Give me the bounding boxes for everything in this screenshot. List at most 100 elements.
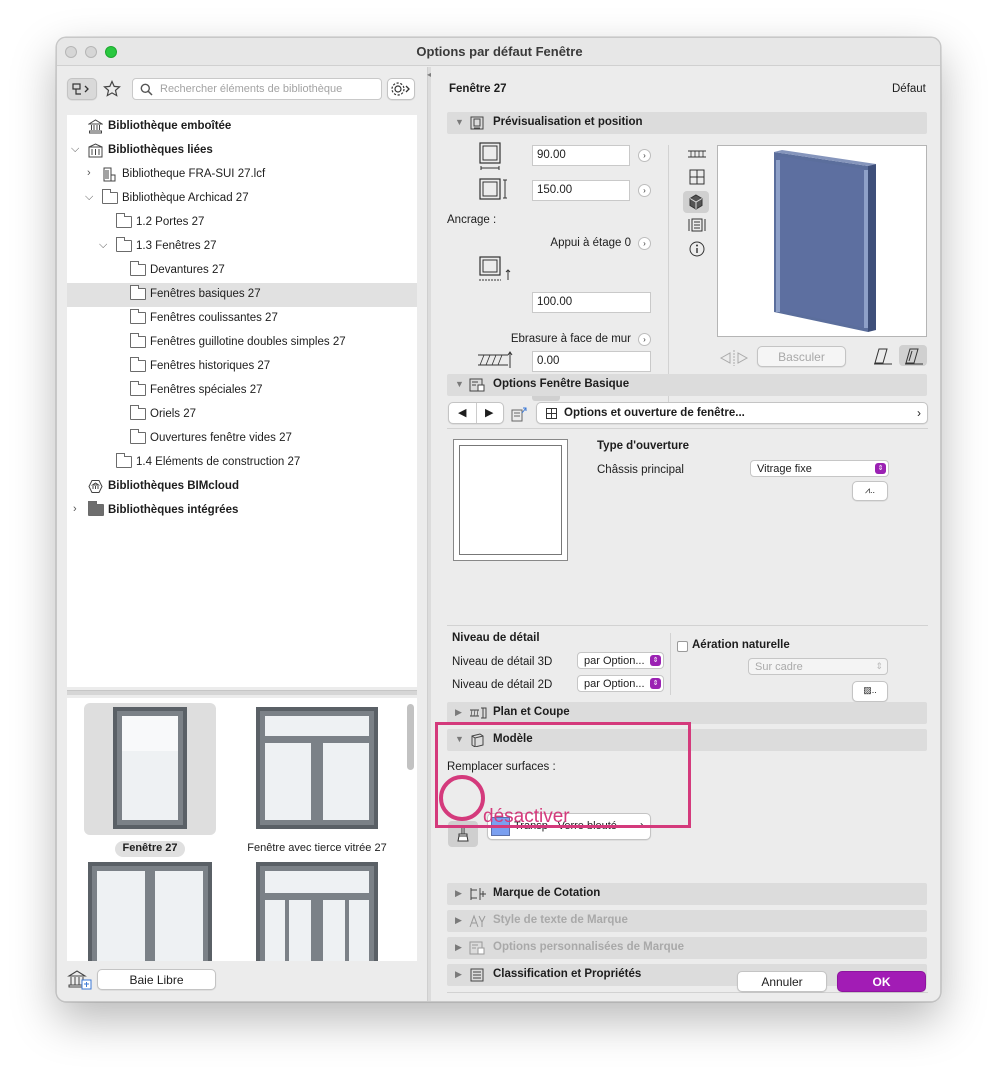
- tree-item-basiques[interactable]: Fenêtres basiques 27: [67, 283, 417, 307]
- section-title: Classification et Propriétés: [493, 968, 642, 980]
- sill-field[interactable]: 100.00: [532, 292, 651, 313]
- info-icon[interactable]: [689, 241, 705, 257]
- sill-arrow-button[interactable]: ›: [638, 237, 651, 250]
- section-dimension-marker[interactable]: ▶ Marque de Cotation: [447, 883, 927, 905]
- tree-item-fenetres[interactable]: ⌵ 1.3 Fenêtres 27: [67, 235, 417, 259]
- thumbnail-scrollbar[interactable]: [407, 704, 414, 770]
- tree-item-linked[interactable]: ⌵ Bibliothèques liées: [67, 139, 417, 163]
- cancel-button[interactable]: Annuler: [737, 971, 827, 992]
- opening-type-title: Type d'ouverture: [597, 440, 689, 452]
- tree-label: Fenêtres coulissantes 27: [150, 312, 278, 324]
- detail-title: Niveau de détail: [452, 632, 540, 644]
- ventilation-symbol-button[interactable]: ▨..: [852, 681, 888, 702]
- element-name: Fenêtre 27: [449, 83, 507, 95]
- chevron-right-icon[interactable]: ›: [73, 503, 77, 515]
- sill-label[interactable]: Appui à étage 0: [531, 237, 631, 249]
- folder-icon: [130, 309, 146, 324]
- tree-item-archicad[interactable]: ⌵ Bibliothèque Archicad 27: [67, 187, 417, 211]
- tree-item-oriels[interactable]: Oriels 27: [67, 403, 417, 427]
- section-preview[interactable]: ▼ Prévisualisation et position: [447, 112, 927, 134]
- opening-symbol-button[interactable]: ⩘..: [852, 481, 888, 501]
- tree-item-portes[interactable]: 1.2 Portes 27: [67, 211, 417, 235]
- elevation-view-icon[interactable]: [689, 169, 705, 185]
- height-field[interactable]: 150.00: [532, 180, 630, 201]
- tree-item-bimcloud[interactable]: Bibliothèques BIMcloud: [67, 475, 417, 499]
- tree-item-integrees[interactable]: › Bibliothèques intégrées: [67, 499, 417, 523]
- tree-item-historiques[interactable]: Fenêtres historiques 27: [67, 355, 417, 379]
- flip-button[interactable]: Basculer: [757, 346, 846, 367]
- tree-item-guillotine[interactable]: Fenêtres guillotine doubles simples 27: [67, 331, 417, 355]
- width-arrow-button[interactable]: ›: [638, 149, 651, 162]
- detail-2d-label: Niveau de détail 2D: [452, 679, 553, 691]
- section-title: Marque de Cotation: [493, 887, 601, 899]
- tree-item-embedded[interactable]: Bibliothèque emboîtée: [67, 115, 417, 139]
- reveal-arrow-button[interactable]: ›: [638, 333, 651, 346]
- chevron-down-icon[interactable]: ⌵: [85, 191, 93, 204]
- detail-3d-label: Niveau de détail 3D: [452, 656, 553, 668]
- section-view-icon[interactable]: [688, 217, 706, 233]
- thumbnail-double[interactable]: [88, 862, 212, 961]
- section-plan[interactable]: ▶ Plan et Coupe: [447, 702, 927, 724]
- ok-button[interactable]: OK: [837, 971, 926, 992]
- library-tree-icon: [72, 83, 89, 95]
- reveal-field[interactable]: 0.00: [532, 351, 651, 372]
- width-field[interactable]: 90.00: [532, 145, 630, 166]
- next-page-button[interactable]: ▶: [485, 406, 493, 419]
- prev-page-button[interactable]: ◀: [458, 406, 466, 419]
- thumbnail-tierce-vitree[interactable]: [256, 707, 378, 829]
- dimension-marker-icon: [470, 888, 486, 900]
- library-search-input[interactable]: Rechercher éléments de bibliothèque: [132, 78, 382, 100]
- thumbnail-fenetre-27[interactable]: [113, 707, 187, 829]
- thumbnail-triple[interactable]: [256, 862, 378, 961]
- section-custom-marker[interactable]: ▶ Options personnalisées de Marque: [447, 937, 927, 959]
- thumbnail-grid: Fenêtre 27 Fenêtre avec tierce vitrée 27: [67, 698, 417, 961]
- chevron-down-icon[interactable]: ⌵: [99, 239, 107, 252]
- gear-icon: [391, 82, 410, 96]
- baie-libre-button[interactable]: Baie Libre: [97, 969, 216, 990]
- main-frame-dropdown[interactable]: Vitrage fixe ⇕: [750, 460, 889, 477]
- swing-left-icon[interactable]: [873, 347, 893, 365]
- folder-icon: [130, 261, 146, 276]
- library-manager-icon[interactable]: [67, 969, 93, 991]
- detail-3d-dropdown[interactable]: par Option... ⇕: [577, 652, 664, 669]
- dialog-window: Options par défaut Fenêtre Rechercher él…: [56, 37, 941, 1002]
- tree-item-coulissantes[interactable]: Fenêtres coulissantes 27: [67, 307, 417, 331]
- tree-label: 1.4 Eléments de construction 27: [136, 456, 301, 468]
- swing-right-button[interactable]: [899, 345, 927, 366]
- page-export-icon[interactable]: [510, 405, 530, 423]
- 3d-view-button[interactable]: [683, 191, 709, 213]
- page-nav: ◀ ▶: [448, 402, 504, 424]
- chevron-right-icon[interactable]: ›: [87, 167, 91, 179]
- ventilation-dropdown[interactable]: Sur cadre ⇕: [748, 658, 888, 675]
- tree-item-fra-sui[interactable]: › Bibliotheque FRA-SUI 27.lcf: [67, 163, 417, 187]
- search-icon: [140, 83, 153, 96]
- tree-label: Bibliothèques BIMcloud: [108, 480, 239, 492]
- tree-item-construction[interactable]: 1.4 Eléments de construction 27: [67, 451, 417, 475]
- height-icon: [479, 178, 507, 200]
- panel-divider[interactable]: [67, 690, 417, 695]
- dropdown-value: Vitrage fixe: [757, 463, 812, 475]
- folder-icon: [130, 357, 146, 372]
- tree-item-devantures[interactable]: Devantures 27: [67, 259, 417, 283]
- height-arrow-button[interactable]: ›: [638, 184, 651, 197]
- tree-item-speciales[interactable]: Fenêtres spéciales 27: [67, 379, 417, 403]
- section-text-style[interactable]: ▶ Style de texte de Marque: [447, 910, 927, 932]
- tree-label: Bibliothèque Archicad 27: [122, 192, 249, 204]
- reveal-label[interactable]: Ebrasure à face de mur: [491, 333, 631, 345]
- default-label[interactable]: Défaut: [892, 83, 926, 95]
- library-settings-button[interactable]: [387, 78, 415, 100]
- 3d-preview[interactable]: [717, 145, 927, 337]
- folder-icon: [130, 381, 146, 396]
- chevron-down-icon[interactable]: ⌵: [71, 143, 79, 156]
- ventilation-checkbox[interactable]: [677, 641, 688, 652]
- section-basic-options[interactable]: ▼ Options Fenêtre Basique: [447, 374, 927, 396]
- classification-icon: [470, 968, 484, 982]
- tree-item-ouvertures[interactable]: Ouvertures fenêtre vides 27: [67, 427, 417, 451]
- plan-view-icon[interactable]: [687, 147, 707, 161]
- library-view-button[interactable]: [67, 78, 97, 100]
- star-icon[interactable]: [103, 80, 121, 98]
- dropdown-arrows-icon: ⇕: [875, 463, 886, 474]
- page-selector[interactable]: Options et ouverture de fenêtre... ›: [536, 402, 928, 424]
- detail-2d-dropdown[interactable]: par Option... ⇕: [577, 675, 664, 692]
- custom-marker-icon: [469, 941, 485, 955]
